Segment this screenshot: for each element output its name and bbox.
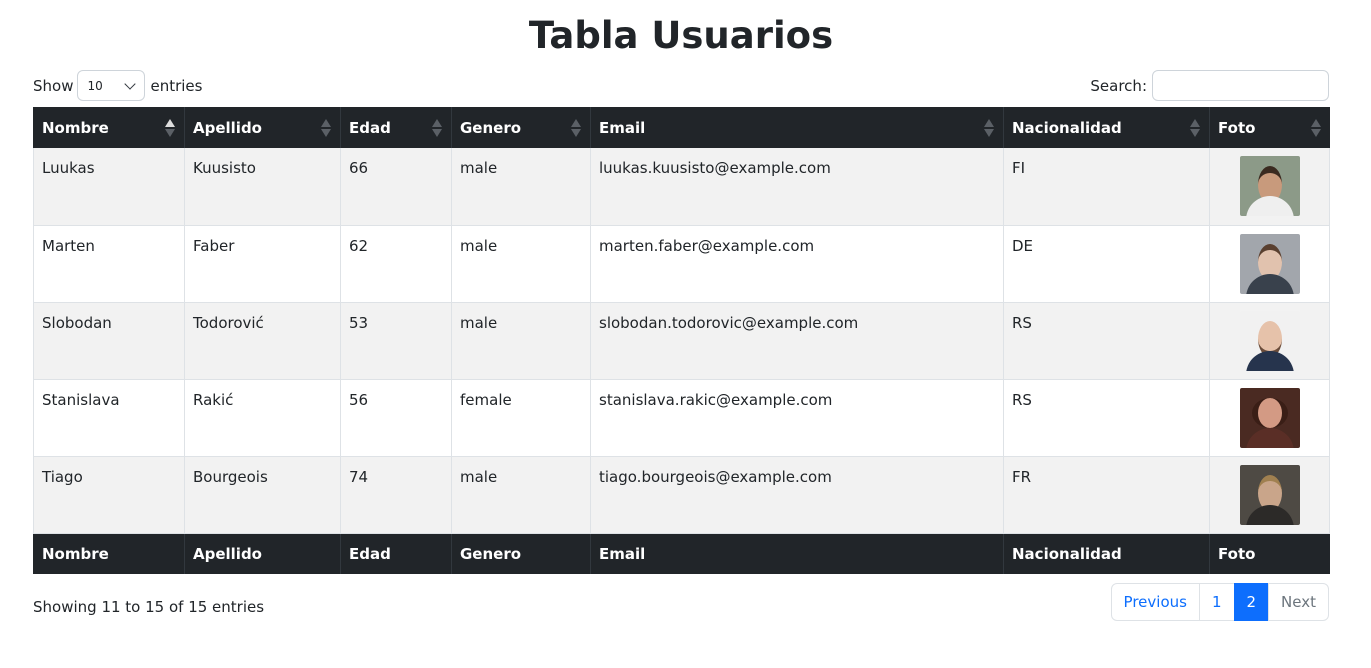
- table-row: Stanislava Rakić 56 female stanislava.ra…: [33, 379, 1330, 457]
- column-header-apellido[interactable]: Apellido: [184, 107, 341, 148]
- cell-apellido: Bourgeois: [184, 456, 341, 534]
- cell-edad: 74: [340, 456, 452, 534]
- footer-header-genero: Genero: [451, 533, 591, 574]
- cell-nacionalidad: FI: [1003, 148, 1210, 226]
- cell-email: stanislava.rakic@example.com: [590, 379, 1004, 457]
- entries-per-page-select[interactable]: 10: [77, 70, 146, 101]
- cell-edad: 66: [340, 148, 452, 226]
- cell-nombre: Slobodan: [33, 302, 185, 380]
- table-footer-row: Nombre Apellido Edad Genero Email Nacion…: [33, 533, 1330, 574]
- footer-header-email: Email: [590, 533, 1004, 574]
- avatar: [1239, 156, 1300, 216]
- column-header-label: Nombre: [42, 118, 109, 137]
- footer-header-nacionalidad: Nacionalidad: [1003, 533, 1210, 574]
- cell-genero: male: [451, 456, 591, 534]
- cell-foto: [1209, 225, 1330, 303]
- avatar: [1239, 464, 1300, 525]
- cell-edad: 56: [340, 379, 452, 457]
- show-label: Show: [33, 76, 74, 95]
- table-row: Slobodan Todorović 53 male slobodan.todo…: [33, 302, 1330, 380]
- search-label: Search:: [1090, 76, 1147, 95]
- table-header-row: Nombre Apellido Edad Genero Email Nacion…: [33, 107, 1330, 148]
- page-title: Tabla Usuarios: [528, 14, 834, 57]
- sort-icon: [165, 118, 175, 138]
- cell-genero: male: [451, 225, 591, 303]
- pagination: Previous 1 2 Next: [1110, 583, 1329, 621]
- cell-genero: male: [451, 302, 591, 380]
- cell-nacionalidad: RS: [1003, 302, 1210, 380]
- cell-nacionalidad: FR: [1003, 456, 1210, 534]
- avatar: [1239, 310, 1300, 371]
- entries-label: entries: [150, 76, 203, 95]
- cell-edad: 62: [340, 225, 452, 303]
- cell-nacionalidad: DE: [1003, 225, 1210, 303]
- cell-genero: female: [451, 379, 591, 457]
- cell-foto: [1209, 379, 1330, 457]
- cell-apellido: Rakić: [184, 379, 341, 457]
- column-header-email[interactable]: Email: [590, 107, 1004, 148]
- footer-header-edad: Edad: [340, 533, 452, 574]
- sort-icon: [1190, 118, 1200, 138]
- avatar: [1239, 233, 1300, 294]
- table-row: Marten Faber 62 male marten.faber@exampl…: [33, 225, 1330, 303]
- cell-foto: [1209, 148, 1330, 226]
- cell-email: luukas.kuusisto@example.com: [590, 148, 1004, 226]
- sort-icon: [1310, 118, 1321, 138]
- column-header-genero[interactable]: Genero: [451, 107, 591, 148]
- page-button-2[interactable]: 2: [1233, 583, 1270, 621]
- avatar: [1239, 387, 1300, 448]
- cell-email: tiago.bourgeois@example.com: [590, 456, 1004, 534]
- users-table: Nombre Apellido Edad Genero Email Nacion…: [33, 107, 1330, 574]
- column-header-label: Nacionalidad: [1012, 118, 1122, 137]
- cell-genero: male: [451, 148, 591, 226]
- cell-nombre: Tiago: [33, 456, 185, 534]
- sort-icon: [432, 118, 442, 138]
- cell-foto: [1209, 302, 1330, 380]
- column-header-nacionalidad[interactable]: Nacionalidad: [1003, 107, 1210, 148]
- column-header-label: Email: [599, 118, 646, 137]
- cell-edad: 53: [340, 302, 452, 380]
- sort-icon: [984, 118, 994, 138]
- sort-icon: [321, 118, 331, 138]
- previous-page-button[interactable]: Previous: [1110, 583, 1200, 621]
- cell-nombre: Marten: [33, 225, 185, 303]
- column-header-label: Edad: [349, 118, 391, 137]
- next-page-button[interactable]: Next: [1268, 583, 1329, 621]
- table-controls: Show 10 entries Search:: [33, 70, 1329, 102]
- column-header-foto[interactable]: Foto: [1209, 107, 1330, 148]
- column-header-label: Apellido: [193, 118, 262, 137]
- cell-email: slobodan.todorovic@example.com: [590, 302, 1004, 380]
- footer-header-foto: Foto: [1209, 533, 1330, 574]
- column-header-edad[interactable]: Edad: [340, 107, 452, 148]
- table-info: Showing 11 to 15 of 15 entries: [33, 598, 265, 616]
- table-row: Luukas Kuusisto 66 male luukas.kuusisto@…: [33, 148, 1330, 226]
- column-header-label: Genero: [460, 118, 522, 137]
- table-row: Tiago Bourgeois 74 male tiago.bourgeois@…: [33, 456, 1330, 534]
- search-input[interactable]: [1152, 70, 1329, 101]
- search-control: Search:: [1090, 70, 1329, 101]
- column-header-nombre[interactable]: Nombre: [33, 107, 185, 148]
- cell-nombre: Stanislava: [33, 379, 185, 457]
- entries-length-control: Show 10 entries: [33, 70, 202, 101]
- entries-per-page-value: 10: [87, 78, 103, 93]
- cell-nombre: Luukas: [33, 148, 185, 226]
- cell-apellido: Todorović: [184, 302, 341, 380]
- cell-nacionalidad: RS: [1003, 379, 1210, 457]
- footer-header-apellido: Apellido: [184, 533, 341, 574]
- sort-icon: [571, 118, 581, 138]
- footer-header-nombre: Nombre: [33, 533, 185, 574]
- column-header-label: Foto: [1218, 118, 1256, 137]
- cell-apellido: Kuusisto: [184, 148, 341, 226]
- cell-email: marten.faber@example.com: [590, 225, 1004, 303]
- cell-apellido: Faber: [184, 225, 341, 303]
- page-button-1[interactable]: 1: [1198, 583, 1235, 621]
- cell-foto: [1209, 456, 1330, 534]
- chevron-down-icon: [124, 77, 137, 90]
